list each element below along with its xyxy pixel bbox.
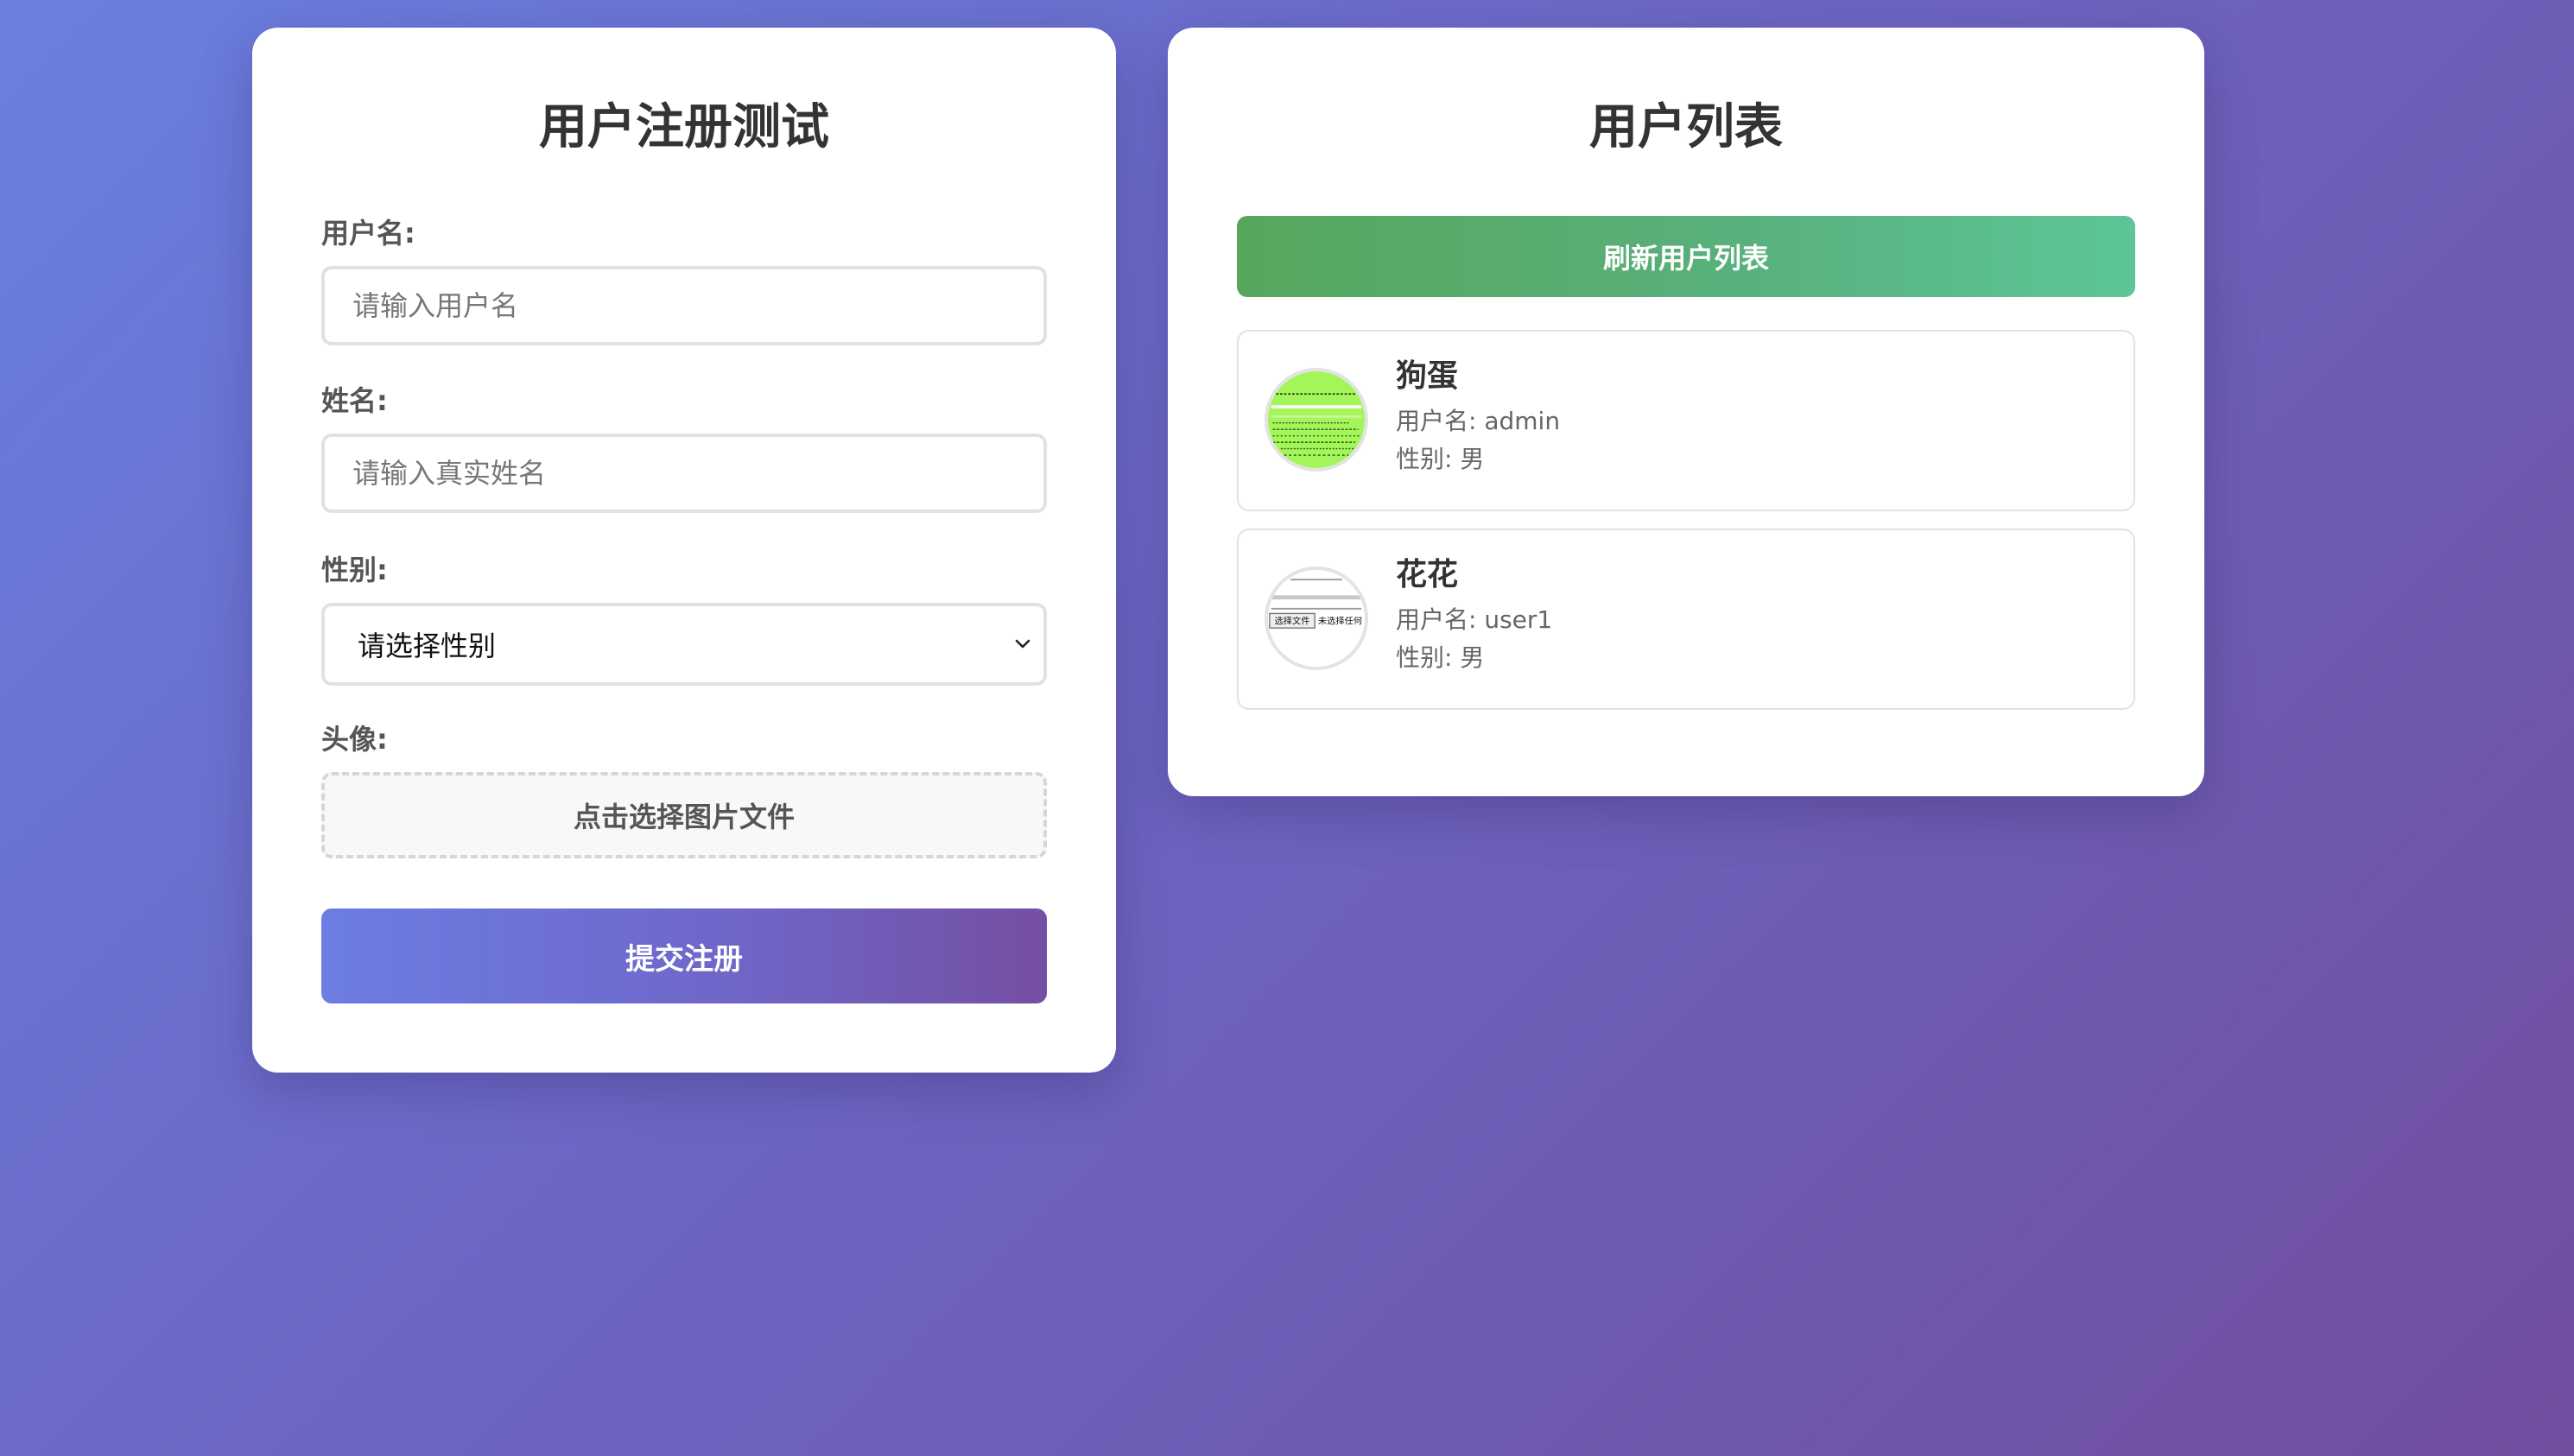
file-input-thumbnail-icon: 选择文件 未选择任何 xyxy=(1268,570,1365,667)
user-username: 用户名: user1 xyxy=(1396,605,1553,634)
user-info: 花花 用户名: user1 性别: 男 xyxy=(1396,560,1552,684)
avatar-file-picker-text: 点击选择图片文件 xyxy=(573,801,795,833)
refresh-users-button[interactable]: 刷新用户列表 xyxy=(1237,216,2135,297)
gender-label: 性别: xyxy=(321,554,388,586)
user-gender: 性别: 男 xyxy=(1396,643,1485,672)
username-group: 用户名: xyxy=(321,219,1047,345)
name-label: 姓名: xyxy=(321,384,388,417)
user-item: 选择文件 未选择任何 花花 用户名: user1 性别: 男 xyxy=(1237,529,2135,710)
users-title: 用户列表 xyxy=(1589,99,1783,155)
avatar-label: 头像: xyxy=(321,723,388,756)
avatar-file-picker[interactable]: 点击选择图片文件 xyxy=(321,772,1047,858)
user-gender: 性别: 男 xyxy=(1396,445,1485,473)
username-label: 用户名: xyxy=(321,217,415,250)
green-code-thumbnail-icon xyxy=(1268,371,1365,468)
register-card: 用户注册测试 用户名: 姓名: 性别: 请选择性别 头像: 点击选择图片文件 提… xyxy=(252,28,1116,1073)
user-display-name: 狗蛋 xyxy=(1396,358,1459,394)
user-item: 狗蛋 用户名: admin 性别: 男 xyxy=(1237,330,2135,511)
avatar-group: 头像: 点击选择图片文件 xyxy=(321,725,1047,858)
user-avatar: 选择文件 未选择任何 xyxy=(1265,567,1368,670)
avatar-no-file-text: 未选择任何 xyxy=(1318,616,1362,627)
chevron-down-icon xyxy=(1015,639,1030,649)
name-input[interactable] xyxy=(321,434,1047,513)
username-input[interactable] xyxy=(321,266,1047,345)
user-info: 狗蛋 用户名: admin 性别: 男 xyxy=(1396,361,1560,485)
avatar-choose-file-text: 选择文件 xyxy=(1274,616,1309,627)
name-group: 姓名: xyxy=(321,387,1047,513)
register-title: 用户注册测试 xyxy=(539,99,829,155)
gender-select-value: 请选择性别 xyxy=(358,630,497,662)
user-username: 用户名: admin xyxy=(1396,407,1561,435)
user-display-name: 花花 xyxy=(1396,557,1459,592)
gender-select[interactable]: 请选择性别 xyxy=(321,603,1047,686)
users-card: 用户列表 刷新用户列表 狗蛋 用户名: admin 性别: 男 选择文件 未选择… xyxy=(1168,28,2204,796)
submit-register-button[interactable]: 提交注册 xyxy=(321,908,1047,1003)
user-avatar xyxy=(1265,368,1368,472)
gender-group: 性别: 请选择性别 xyxy=(321,556,1047,686)
